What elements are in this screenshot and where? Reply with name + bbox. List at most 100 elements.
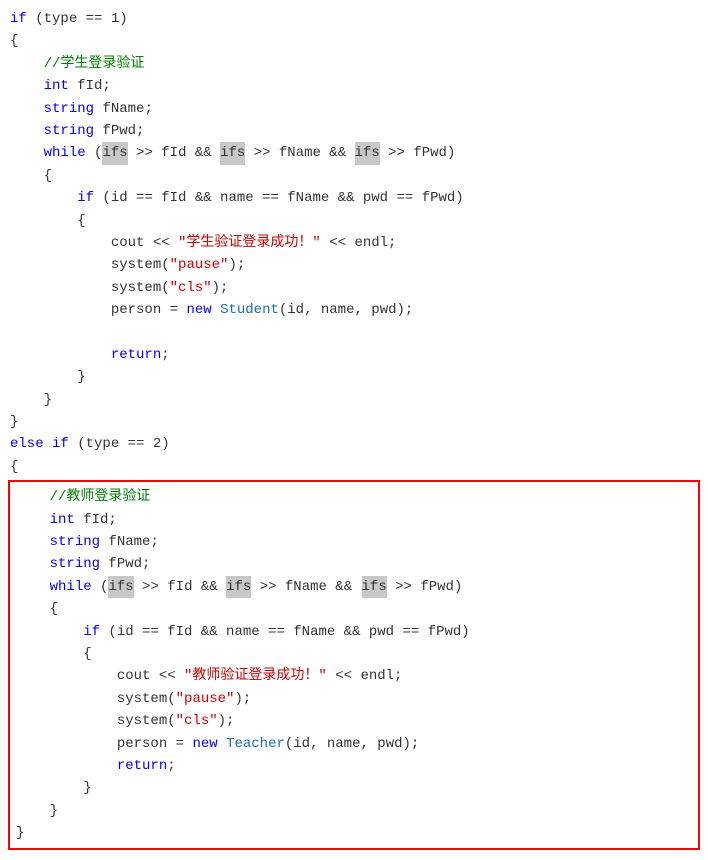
code-text: ; <box>167 755 175 777</box>
keyword: string <box>44 120 94 142</box>
code-text: >> fPwd) <box>387 576 463 598</box>
class-name: Teacher <box>226 733 285 755</box>
code-text: } <box>16 822 24 844</box>
code-text: << endl; <box>321 232 397 254</box>
keyword: else <box>10 433 44 455</box>
code-text: << endl; <box>327 665 403 687</box>
keyword: return <box>111 344 161 366</box>
code-text <box>16 621 83 643</box>
code-text: } <box>10 366 86 388</box>
code-line: system("pause"); <box>0 254 708 276</box>
code-text <box>16 553 50 575</box>
code-line: if (type == 1) <box>0 8 708 30</box>
code-text: ( <box>86 142 103 164</box>
code-text: (type == 2) <box>69 433 170 455</box>
code-text: >> fPwd) <box>380 142 456 164</box>
highlighted-block: //教师登录验证 int fId; string fName; string f… <box>8 480 700 850</box>
code-line: } <box>0 366 708 388</box>
keyword: new <box>186 299 211 321</box>
code-text <box>10 75 44 97</box>
code-line: cout << "学生验证登录成功！" << endl; <box>0 232 708 254</box>
highlighted-code-line: } <box>10 800 698 822</box>
code-container: if (type == 1) { //学生登录验证 int fId; strin… <box>0 0 708 860</box>
code-line: person = new Student(id, name, pwd); <box>0 299 708 321</box>
code-text <box>10 187 77 209</box>
code-text <box>16 755 117 777</box>
code-text <box>16 486 50 508</box>
keyword: string <box>44 98 94 120</box>
code-text <box>16 531 50 553</box>
keyword: if <box>52 433 69 455</box>
code-text: cout << <box>16 665 184 687</box>
code-text: system( <box>16 688 176 710</box>
code-text: ); <box>218 710 235 732</box>
code-line: string fPwd; <box>0 120 708 142</box>
code-text <box>10 120 44 142</box>
highlighted-code-line: system("cls"); <box>10 710 698 732</box>
string-literal: "pause" <box>176 688 235 710</box>
ifs-highlight: ifs <box>355 142 380 164</box>
keyword: int <box>44 75 69 97</box>
code-text: (id, name, pwd); <box>285 733 419 755</box>
code-text: fPwd; <box>100 553 150 575</box>
code-text: } <box>10 411 18 433</box>
code-text: } <box>16 800 58 822</box>
string-literal: "学生验证登录成功！" <box>178 232 321 254</box>
highlighted-code-line: while (ifs >> fId && ifs >> fName && ifs… <box>10 576 698 598</box>
code-line: //学生登录验证 <box>0 53 708 75</box>
code-text: { <box>16 643 92 665</box>
keyword: new <box>192 733 217 755</box>
keyword: while <box>50 576 92 598</box>
code-line: else if (type == 2) <box>0 433 708 455</box>
code-text: ); <box>234 688 251 710</box>
code-text: (id == fId && name == fName && pwd == fP… <box>100 621 470 643</box>
code-line <box>0 321 708 343</box>
code-line: if (id == fId && name == fName && pwd ==… <box>0 187 708 209</box>
keyword: if <box>77 187 94 209</box>
highlighted-code-line: string fPwd; <box>10 553 698 575</box>
string-literal: "cls" <box>176 710 218 732</box>
code-text <box>10 321 18 343</box>
highlighted-code-line: //教师登录验证 <box>10 486 698 508</box>
code-text: { <box>16 598 58 620</box>
code-text: ); <box>212 277 229 299</box>
code-text <box>10 98 44 120</box>
string-literal: "pause" <box>170 254 229 276</box>
highlighted-code-line: { <box>10 643 698 665</box>
code-text: fName; <box>94 98 153 120</box>
code-text <box>10 344 111 366</box>
code-text: system( <box>16 710 176 732</box>
code-text: fName; <box>100 531 159 553</box>
keyword: if <box>10 8 27 30</box>
highlighted-code-line: int fId; <box>10 509 698 531</box>
highlighted-code-line: system("pause"); <box>10 688 698 710</box>
code-text <box>212 299 220 321</box>
ifs-highlight: ifs <box>226 576 251 598</box>
code-text <box>10 142 44 164</box>
code-line: while (ifs >> fId && ifs >> fName && ifs… <box>0 142 708 164</box>
code-text <box>218 733 226 755</box>
code-text <box>10 53 44 75</box>
keyword: int <box>50 509 75 531</box>
code-text: ); <box>228 254 245 276</box>
ifs-highlight: ifs <box>102 142 127 164</box>
highlighted-code-line: cout << "教师验证登录成功！" << endl; <box>10 665 698 687</box>
highlighted-code-line: } <box>10 822 698 844</box>
code-line: { <box>0 456 708 478</box>
code-text: fPwd; <box>94 120 144 142</box>
code-text: ( <box>92 576 109 598</box>
code-text: person = <box>16 733 192 755</box>
code-text: cout << <box>10 232 178 254</box>
code-text: { <box>10 165 52 187</box>
highlighted-code-line: if (id == fId && name == fName && pwd ==… <box>10 621 698 643</box>
highlighted-code-line: } <box>10 777 698 799</box>
code-text: >> fId && <box>128 142 220 164</box>
class-name: Student <box>220 299 279 321</box>
string-literal: "cls" <box>170 277 212 299</box>
code-text: system( <box>10 254 170 276</box>
code-text: { <box>10 210 86 232</box>
code-line: { <box>0 165 708 187</box>
highlighted-code-line: return; <box>10 755 698 777</box>
code-text: } <box>16 777 92 799</box>
keyword: string <box>50 531 100 553</box>
